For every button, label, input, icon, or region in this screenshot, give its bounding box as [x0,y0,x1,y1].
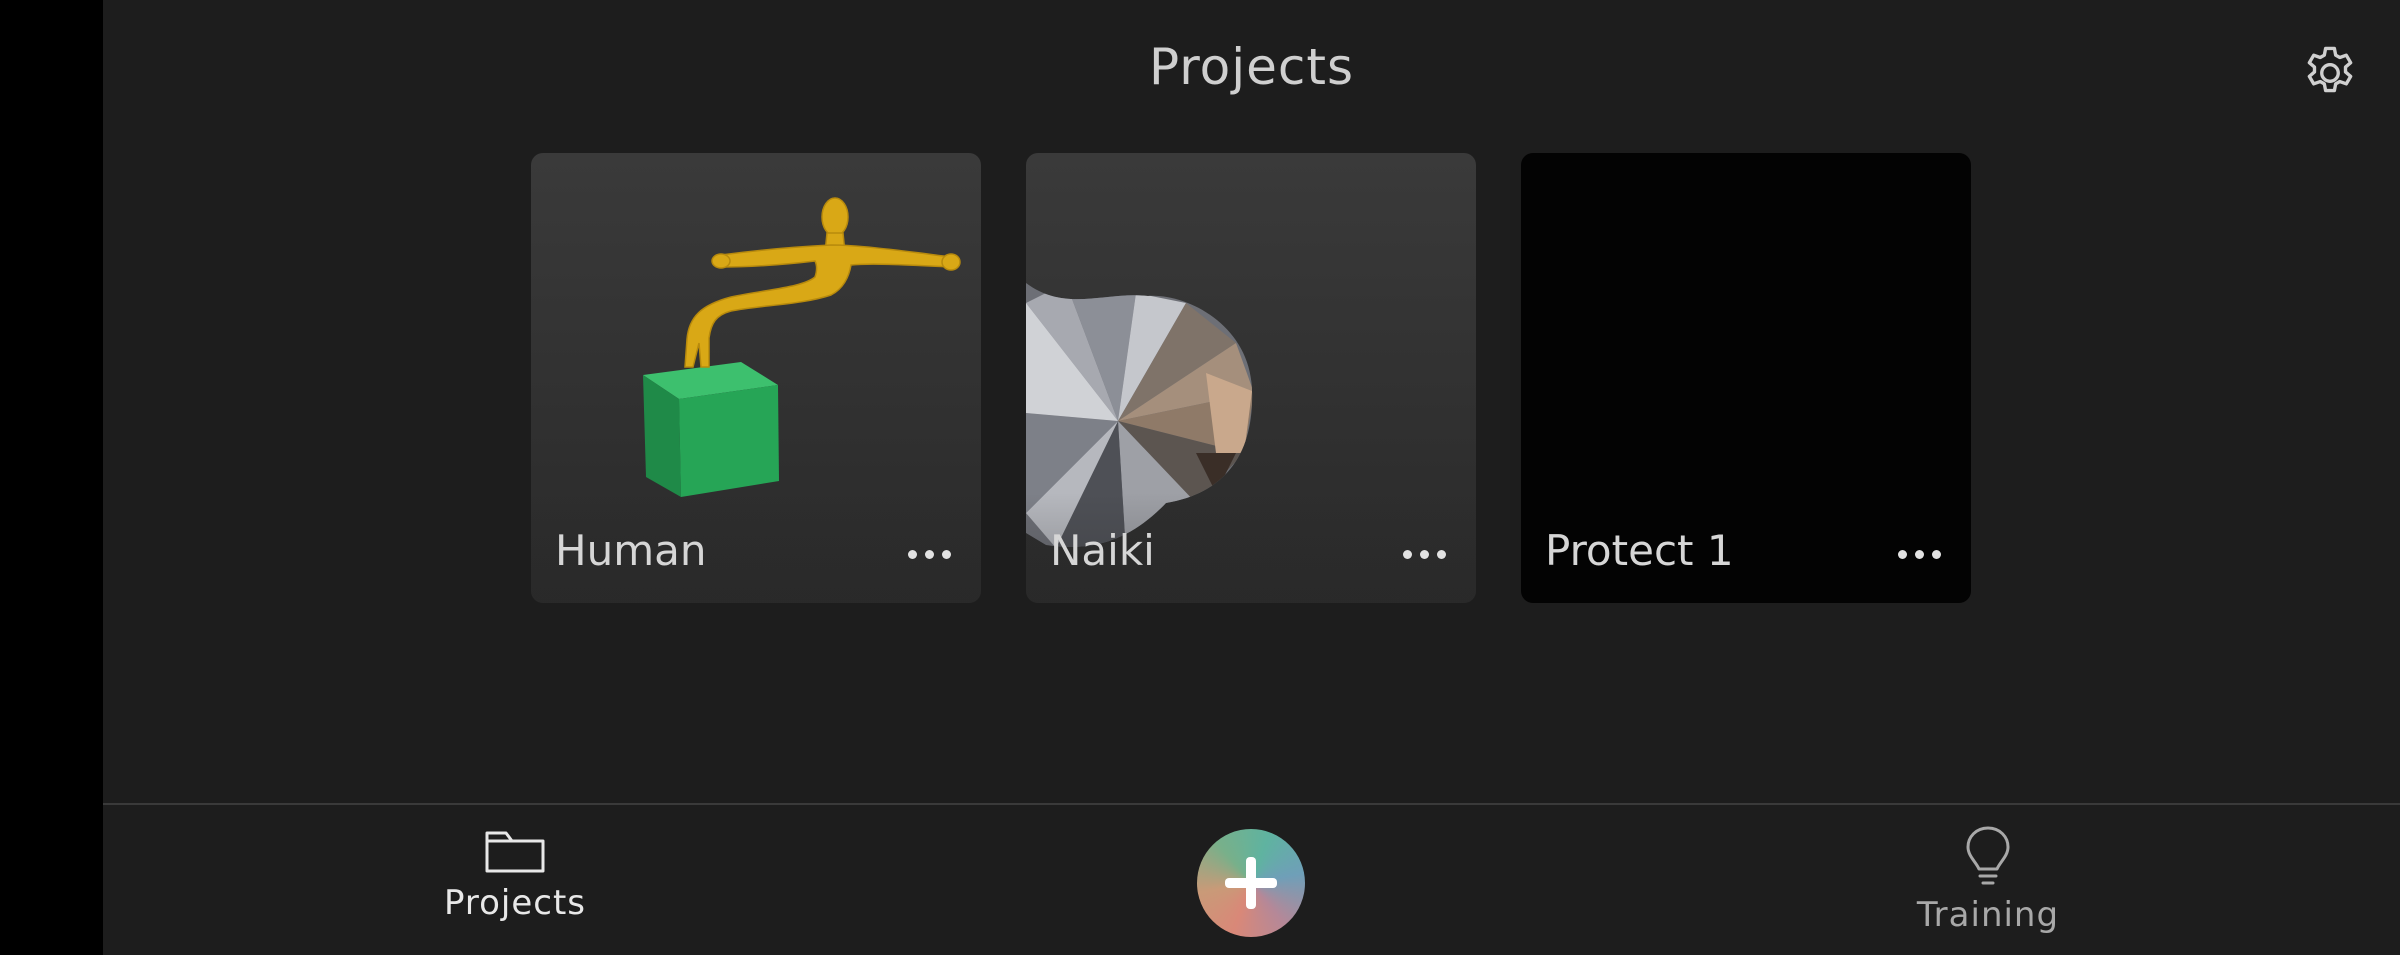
nav-projects[interactable]: Projects [405,825,625,945]
more-options-button[interactable] [1887,539,1951,569]
project-grid: Human Naiki Protect 1 [531,153,2081,603]
screen: Projects Human Naiki Protect 1 Projects … [0,0,2400,955]
bottom-navigation: Projects Training [103,805,2400,955]
project-card-human[interactable]: Human [531,153,981,603]
plus-icon [1225,857,1277,909]
nav-projects-label: Projects [443,883,587,923]
more-horizontal-icon [1894,549,1945,559]
project-name: Naiki [1050,526,1155,575]
gear-icon [2307,46,2353,93]
project-name: Protect 1 [1545,526,1734,575]
add-project-button[interactable] [1197,829,1305,937]
project-card-naiki[interactable]: Naiki [1026,153,1476,603]
lightbulb-icon [1966,826,2010,885]
project-name: Human [555,526,707,575]
left-black-bar [0,0,103,955]
more-horizontal-icon [904,549,955,559]
more-horizontal-icon [1399,549,1450,559]
more-options-button[interactable] [897,539,961,569]
project-card-protect-1[interactable]: Protect 1 [1521,153,1971,603]
app-window: Projects Human Naiki Protect 1 Projects … [103,0,2400,955]
nav-training-label: Training [1916,895,2060,935]
folder-icon [485,831,545,873]
page-title: Projects [1148,38,1355,96]
more-options-button[interactable] [1392,539,1456,569]
settings-button[interactable] [2293,36,2367,110]
nav-training[interactable]: Training [1878,825,2098,945]
